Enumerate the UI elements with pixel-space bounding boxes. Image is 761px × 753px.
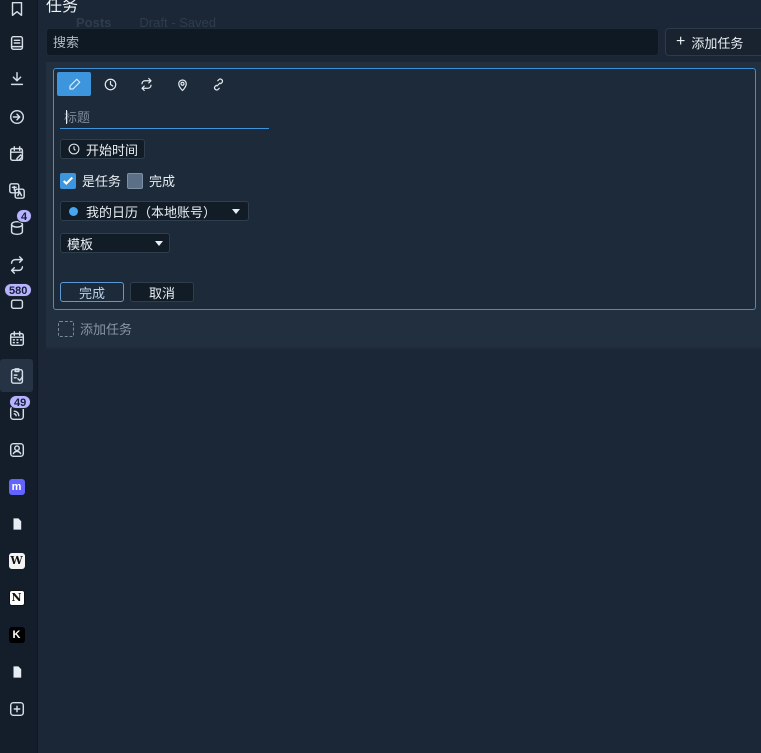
add-app-icon[interactable] — [0, 692, 33, 725]
panel-bottom-edge — [46, 347, 761, 349]
repeat-icon[interactable] — [0, 248, 33, 281]
badge-count: 4 — [16, 209, 33, 223]
cancel-button[interactable]: 取消 — [130, 282, 194, 302]
repeat-tool-button[interactable] — [129, 72, 163, 96]
bookmark-icon[interactable] — [0, 0, 33, 25]
new-task-label: 添加任务 — [80, 322, 133, 337]
calendar-select-value: 我的日历（本地账号） — [86, 204, 217, 220]
k-app-icon[interactable]: K — [0, 618, 33, 651]
mastodon-logo: m — [8, 478, 25, 495]
chevron-down-icon — [232, 208, 241, 214]
wikipedia-logo: W — [8, 552, 25, 569]
completed-checkbox[interactable] — [127, 172, 144, 189]
page-title: 任务 — [46, 0, 79, 15]
mastodon-icon[interactable]: m — [0, 470, 33, 503]
notion-icon[interactable]: N — [0, 581, 33, 614]
task-editor: 开始时间 是任务 完成 我的日历（本地账号） 模板 完成 取消 — [53, 68, 756, 310]
badge-count: 580 — [4, 283, 33, 297]
rss-icon[interactable]: 49 — [0, 395, 33, 429]
done-button[interactable]: 完成 — [60, 282, 124, 302]
check-icon — [62, 176, 74, 185]
template-select-value: 模板 — [67, 236, 94, 252]
repeat-icon — [140, 77, 152, 91]
title-input[interactable] — [60, 107, 269, 129]
archive-icon[interactable]: 580 — [0, 283, 33, 318]
start-time-button[interactable]: 开始时间 — [60, 139, 146, 159]
calendar-select[interactable]: 我的日历（本地账号） — [60, 201, 250, 221]
contact-icon[interactable] — [0, 433, 33, 466]
link-tool-button[interactable] — [201, 72, 235, 96]
database-icon[interactable]: 4 — [0, 209, 33, 244]
document-icon-2[interactable] — [0, 655, 33, 688]
badge-count: 49 — [9, 395, 32, 409]
calendar-edit-icon[interactable] — [0, 137, 33, 170]
edit-icon — [68, 78, 80, 90]
clock-icon — [104, 78, 116, 90]
completed-label: 完成 — [149, 174, 176, 189]
chevron-down-icon — [155, 240, 163, 246]
edit-tool-button[interactable] — [57, 72, 91, 96]
sidebar: 4 580 49 m W N K — [0, 0, 38, 753]
notebook-icon[interactable] — [0, 26, 33, 59]
download-icon[interactable] — [0, 62, 33, 95]
notion-logo: N — [8, 589, 25, 606]
task-options: 是任务 完成 — [60, 171, 175, 190]
k-app-logo: K — [8, 626, 25, 643]
start-time-label: 开始时间 — [86, 142, 139, 158]
add-task-button[interactable]: + 添加任务 — [665, 28, 761, 56]
template-select[interactable]: 模板 — [60, 233, 170, 253]
sync-circle-icon[interactable] — [0, 100, 33, 133]
search-input[interactable] — [46, 28, 659, 56]
add-task-label: 添加任务 — [691, 35, 744, 51]
document-icon[interactable] — [0, 507, 33, 540]
location-tool-button[interactable] — [165, 72, 199, 96]
time-tool-button[interactable] — [93, 72, 127, 96]
link-icon — [213, 77, 223, 91]
tasks-icon[interactable] — [0, 359, 33, 392]
calendar-icon[interactable] — [0, 322, 33, 355]
translate-icon[interactable] — [0, 174, 33, 207]
text-caret — [66, 110, 67, 124]
clock-icon — [68, 143, 80, 155]
is-task-label: 是任务 — [82, 174, 122, 189]
calendar-color-dot — [69, 206, 78, 216]
dashed-checkbox-icon — [58, 320, 74, 337]
is-task-checkbox[interactable] — [60, 172, 76, 189]
wikipedia-icon[interactable]: W — [0, 544, 33, 577]
new-task-row[interactable]: 添加任务 — [58, 319, 132, 338]
plus-icon: + — [676, 33, 686, 50]
location-icon — [177, 78, 187, 91]
